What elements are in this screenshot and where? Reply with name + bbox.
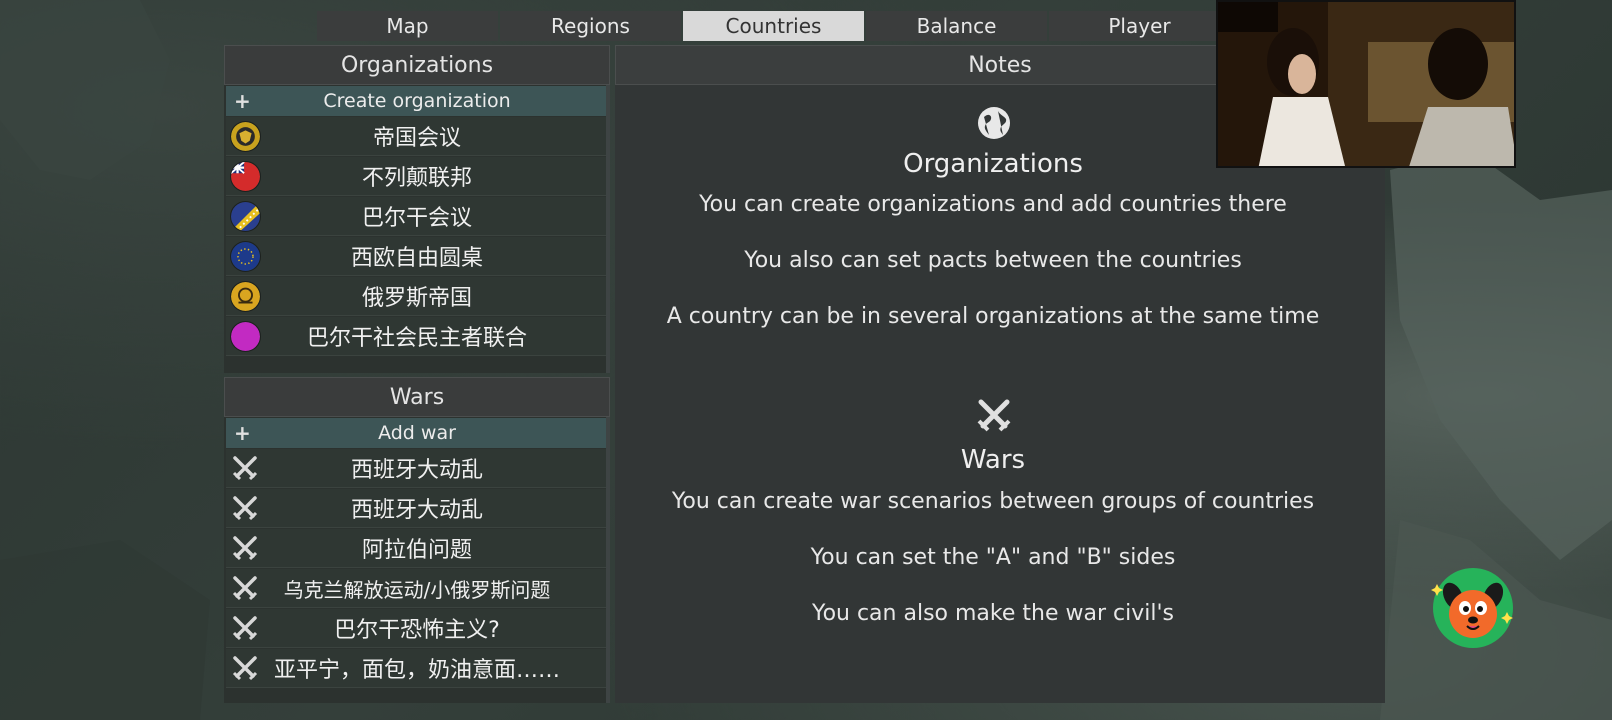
notes-wars-heading: Wars — [960, 445, 1026, 475]
war-item[interactable]: 巴尔干恐怖主义? — [226, 609, 608, 648]
organizations-title: Organizations — [224, 45, 610, 85]
organization-name: 俄罗斯帝国 — [361, 286, 472, 311]
add-war-button[interactable]: + Add war — [226, 418, 608, 448]
crossed-swords-icon — [232, 495, 258, 521]
war-name: 阿拉伯问题 — [361, 538, 472, 563]
organization-name: 不列颠联邦 — [361, 166, 472, 191]
organization-item[interactable]: 不列颠联邦 — [226, 157, 608, 196]
war-item[interactable]: 西班牙大动乱 — [226, 449, 608, 488]
organization-name: 帝国会议 — [372, 126, 461, 151]
tab-regions[interactable]: Regions — [500, 11, 681, 41]
notes-organizations-line: A country can be in several organization… — [666, 304, 1320, 329]
crossed-swords-icon — [232, 455, 258, 481]
stars-flag-icon — [230, 241, 261, 272]
union-flag-icon — [230, 161, 261, 192]
plus-icon: + — [234, 89, 251, 113]
war-item[interactable]: 阿拉伯问题 — [226, 529, 608, 568]
tab-player[interactable]: Player — [1049, 11, 1230, 41]
organization-name: 巴尔干会议 — [361, 206, 472, 231]
crossed-swords-icon — [232, 615, 258, 641]
globe-icon — [976, 105, 1012, 141]
tab-map[interactable]: Map — [317, 11, 498, 41]
war-name: 西班牙大动乱 — [350, 498, 483, 523]
organizations-scrollbar[interactable] — [606, 85, 610, 373]
war-name: 亚平宁，面包，奶油意面…… — [273, 658, 560, 683]
notes-organizations-line: You also can set pacts between the count… — [744, 248, 1242, 273]
organization-item[interactable]: 巴尔干社会民主者联合 — [226, 317, 608, 356]
tab-countries[interactable]: Countries — [683, 11, 864, 41]
top-tab-bar: Map Regions Countries Balance Player — [317, 11, 1230, 41]
war-name: 西班牙大动乱 — [350, 458, 483, 483]
create-organization-button[interactable]: + Create organization — [226, 86, 608, 116]
wars-title: Wars — [224, 377, 610, 417]
war-item[interactable]: 西班牙大动乱 — [226, 489, 608, 528]
organization-name: 巴尔干社会民主者联合 — [306, 326, 527, 351]
eagle-flag-icon — [230, 121, 261, 152]
crossed-swords-icon — [232, 575, 258, 601]
wars-panel: Wars + Add war 西班牙大动乱 西班牙大动乱 阿拉伯问题 乌克兰解放… — [224, 377, 610, 703]
add-war-label: Add war — [378, 422, 456, 444]
organizations-panel: Organizations + Create organization 帝国会议… — [224, 45, 610, 373]
crossed-swords-icon — [232, 535, 258, 561]
notes-organizations-line: You can create organizations and add cou… — [699, 192, 1287, 217]
organization-item[interactable]: 巴尔干会议 — [226, 197, 608, 236]
war-name: 乌克兰解放运动/小俄罗斯问题 — [283, 577, 551, 602]
war-item[interactable]: 乌克兰解放运动/小俄罗斯问题 — [226, 569, 608, 608]
purple-flag-icon — [230, 321, 261, 352]
balkan-flag-icon — [230, 201, 261, 232]
plus-icon: + — [234, 421, 251, 445]
crown-flag-icon — [230, 281, 261, 312]
create-organization-label: Create organization — [323, 90, 511, 112]
notes-wars-line: You can also make the war civil's — [812, 601, 1174, 626]
war-name: 巴尔干恐怖主义? — [334, 618, 500, 643]
organization-name: 西欧自由圆桌 — [350, 246, 483, 271]
organization-item[interactable]: 俄罗斯帝国 — [226, 277, 608, 316]
organization-item[interactable]: 西欧自由圆桌 — [226, 237, 608, 276]
notes-wars-line: You can create war scenarios between gro… — [671, 489, 1315, 514]
war-item[interactable]: 亚平宁，面包，奶油意面…… — [226, 649, 608, 688]
mascot-assistant-button[interactable] — [1431, 566, 1515, 650]
organization-item[interactable]: 帝国会议 — [226, 117, 608, 156]
crossed-swords-icon — [976, 397, 1012, 433]
tab-balance[interactable]: Balance — [866, 11, 1047, 41]
video-overlay[interactable] — [1216, 0, 1516, 168]
notes-wars-line: You can set the "A" and "B" sides — [810, 545, 1176, 570]
crossed-swords-icon — [232, 655, 258, 681]
